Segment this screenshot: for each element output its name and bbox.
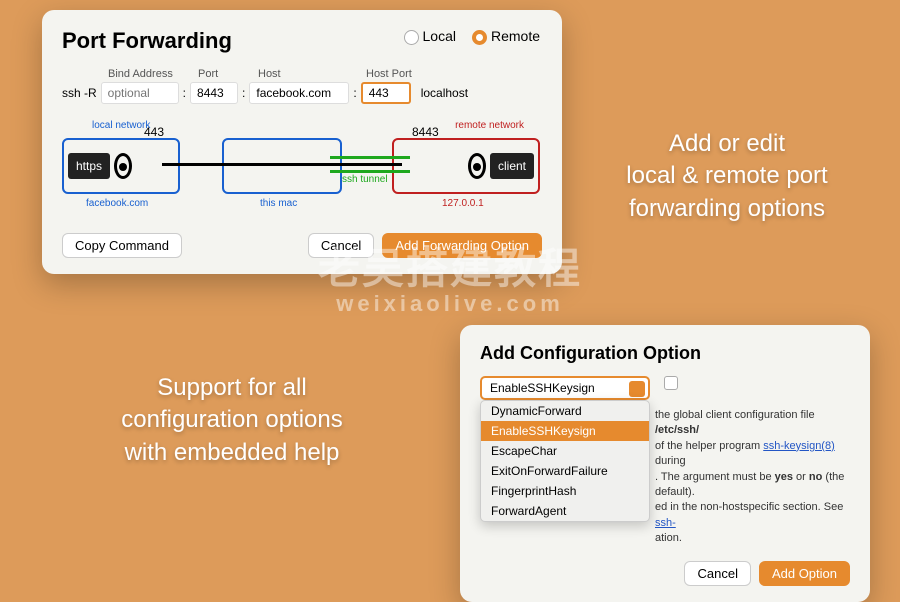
label-port: Port bbox=[198, 68, 258, 80]
dropdown-button[interactable]: EnableSSHKeysign bbox=[480, 376, 650, 400]
tunnel-label: ssh tunnel bbox=[342, 174, 388, 185]
help-fragment: the global client configuration file bbox=[655, 409, 815, 421]
tunnel-wire bbox=[330, 156, 410, 159]
bind-address-input[interactable] bbox=[101, 82, 179, 104]
help-link-ssh-keysign[interactable]: ssh-keysign(8) bbox=[763, 440, 835, 452]
command-row: ssh -R : : : localhost bbox=[62, 82, 542, 104]
dropdown-item[interactable]: FingerprintHash bbox=[481, 481, 649, 501]
cancel-button[interactable]: Cancel bbox=[684, 561, 750, 586]
label-bind-address: Bind Address bbox=[108, 68, 198, 80]
dropdown-item[interactable]: ForwardAgent bbox=[481, 501, 649, 521]
headline-forwarding: Add or editlocal & remote portforwarding… bbox=[572, 128, 882, 225]
host-port-input[interactable] bbox=[361, 82, 411, 104]
button-row: Cancel Add Option bbox=[480, 561, 850, 586]
network-diagram: local network remote network 443 8443 ht… bbox=[62, 114, 542, 219]
help-path: /etc/ssh/ bbox=[655, 424, 699, 436]
local-chip: https bbox=[68, 153, 110, 179]
add-forwarding-option-button[interactable]: Add Forwarding Option bbox=[382, 233, 542, 258]
dropdown-list: DynamicForward EnableSSHKeysign EscapeCh… bbox=[480, 400, 650, 522]
remote-box: client bbox=[392, 138, 540, 194]
colon: : bbox=[183, 86, 186, 100]
dialog-title: Add Configuration Option bbox=[480, 343, 850, 364]
local-host-label: facebook.com bbox=[86, 198, 148, 209]
port-forwarding-dialog: Port Forwarding Local Remote Bind Addres… bbox=[42, 10, 562, 274]
middle-host-label: this mac bbox=[260, 198, 297, 209]
tunnel-wire bbox=[330, 170, 410, 173]
help-fragment: . The argument must be bbox=[655, 471, 775, 483]
add-option-button[interactable]: Add Option bbox=[759, 561, 850, 586]
dropdown-item[interactable]: EnableSSHKeysign bbox=[481, 421, 649, 441]
colon: : bbox=[242, 86, 245, 100]
remote-port-label: 8443 bbox=[412, 125, 439, 139]
remote-host-label: 127.0.0.1 bbox=[442, 198, 484, 209]
option-checkbox[interactable] bbox=[664, 376, 678, 390]
cmd-suffix: localhost bbox=[421, 86, 468, 100]
local-port-label: 443 bbox=[144, 125, 164, 139]
label-host-port: Host Port bbox=[366, 68, 446, 80]
radio-local[interactable]: Local bbox=[404, 28, 456, 45]
local-network-label: local network bbox=[92, 120, 150, 131]
middle-box bbox=[222, 138, 342, 194]
socket-icon bbox=[114, 153, 132, 179]
add-config-option-dialog: Add Configuration Option EnableSSHKeysig… bbox=[460, 325, 870, 602]
remote-network-label: remote network bbox=[455, 120, 524, 131]
dropdown-item[interactable]: ExitOnForwardFailure bbox=[481, 461, 649, 481]
cmd-prefix: ssh -R bbox=[62, 86, 97, 100]
help-fragment: of the helper program bbox=[655, 440, 763, 452]
option-dropdown[interactable]: EnableSSHKeysign DynamicForward EnableSS… bbox=[480, 376, 650, 400]
remote-chip: client bbox=[490, 153, 534, 179]
headline-config: Support for allconfiguration optionswith… bbox=[42, 372, 422, 469]
radio-remote-label: Remote bbox=[491, 28, 540, 44]
radio-local-label: Local bbox=[423, 28, 456, 44]
help-fragment: ation. bbox=[655, 532, 682, 544]
socket-icon bbox=[468, 153, 486, 179]
colon: : bbox=[353, 86, 356, 100]
local-box: https bbox=[62, 138, 180, 194]
button-row: Copy Command Cancel Add Forwarding Optio… bbox=[62, 233, 542, 258]
port-input[interactable] bbox=[190, 82, 238, 104]
help-fragment: or bbox=[793, 471, 809, 483]
cancel-button[interactable]: Cancel bbox=[308, 233, 374, 258]
watermark-line2: weixiaolive.com bbox=[318, 292, 582, 316]
radio-remote[interactable]: Remote bbox=[472, 28, 540, 45]
dropdown-item[interactable]: DynamicForward bbox=[481, 401, 649, 421]
help-fragment: during bbox=[655, 455, 686, 467]
help-bold: yes bbox=[775, 471, 793, 483]
wire bbox=[162, 163, 402, 166]
help-link-ssh[interactable]: ssh- bbox=[655, 517, 676, 529]
help-fragment: ed in the non-hostspecific section. See bbox=[655, 501, 843, 513]
field-labels: Bind Address Port Host Host Port bbox=[62, 68, 542, 80]
host-input[interactable] bbox=[249, 82, 349, 104]
forwarding-type-radio-group: Local Remote bbox=[404, 28, 541, 45]
dropdown-item[interactable]: EscapeChar bbox=[481, 441, 649, 461]
help-bold: no bbox=[809, 471, 822, 483]
copy-command-button[interactable]: Copy Command bbox=[62, 233, 182, 258]
label-host: Host bbox=[258, 68, 366, 80]
